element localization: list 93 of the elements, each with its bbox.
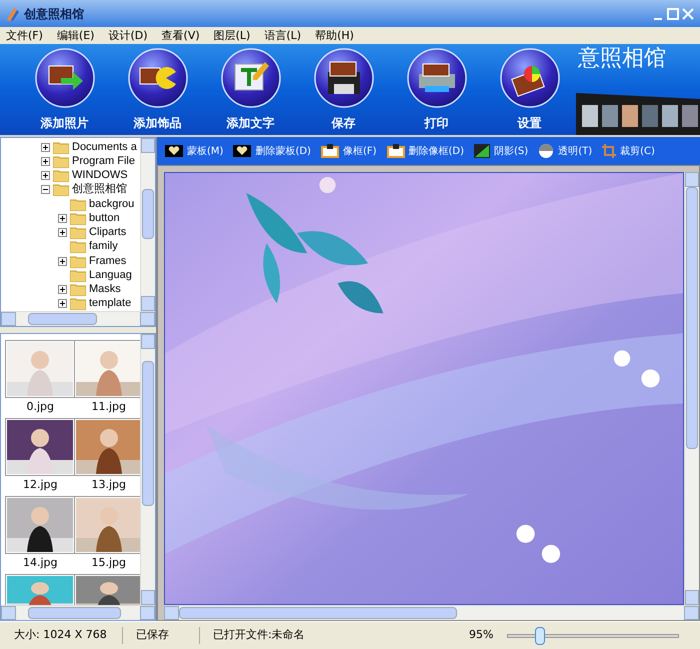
vertical-scrollbar[interactable]: [684, 172, 699, 605]
folder-icon: [70, 254, 86, 268]
tree-item[interactable]: family: [89, 241, 118, 252]
horizontal-scrollbar[interactable]: [1, 605, 155, 620]
pacman-icon: [128, 48, 188, 108]
thumbnail[interactable]: [5, 340, 76, 398]
thumbnail[interactable]: [5, 418, 76, 476]
menu-item[interactable]: 语言(L): [264, 30, 302, 41]
thumbnail[interactable]: [74, 418, 140, 476]
frame-icon: [320, 144, 339, 158]
printer-icon: [406, 48, 466, 108]
open-file: 已打开文件:未命名: [199, 627, 469, 644]
expand-icon[interactable]: [41, 142, 50, 152]
folder-icon: [53, 169, 69, 182]
tree-item[interactable]: Documents a: [72, 142, 137, 153]
folder-icon: [53, 140, 69, 154]
crop-icon: [602, 144, 616, 158]
menu-item[interactable]: 图层(L): [214, 30, 250, 41]
toolbar-button[interactable]: 添加照片: [18, 48, 111, 132]
folder-icon: [70, 240, 86, 254]
folder-icon: [70, 198, 86, 211]
toolbar-button[interactable]: 添加文字: [204, 48, 297, 132]
menu-item[interactable]: 查看(V): [162, 30, 200, 41]
zoom-slider[interactable]: [507, 626, 679, 646]
thumbnail[interactable]: [74, 340, 140, 398]
folder-icon: [53, 154, 69, 168]
expand-icon[interactable]: [58, 285, 67, 294]
tree-item[interactable]: Program File: [72, 156, 135, 167]
tree-item[interactable]: backgrou: [89, 198, 134, 210]
toolbar-button[interactable]: 打印: [390, 48, 483, 132]
app-logo-icon: [6, 6, 20, 20]
thumbnail[interactable]: [5, 574, 76, 605]
thumbnail-label: 0.jpg: [26, 401, 54, 412]
edit-tool-button[interactable]: 透明(T): [538, 143, 592, 159]
vertical-scrollbar[interactable]: [140, 334, 155, 605]
thumbnail-label: 11.jpg: [91, 401, 126, 412]
tree-item[interactable]: Frames: [89, 256, 126, 267]
folder-icon: [70, 268, 86, 282]
expand-icon[interactable]: [41, 156, 50, 166]
tree-item[interactable]: Cliparts: [89, 227, 126, 238]
window-title: 创意照相馆: [24, 6, 84, 22]
edit-tool-button[interactable]: 裁剪(C): [602, 144, 655, 158]
toolbar-button[interactable]: 添加饰品: [111, 48, 204, 132]
save-status: 已保存: [122, 627, 199, 644]
edit-tool-button[interactable]: 删除蒙板(D): [233, 144, 311, 158]
thumbnail-label: 13.jpg: [91, 479, 126, 490]
slider-thumb[interactable]: [534, 626, 545, 644]
tree-item[interactable]: WINDOWS: [72, 170, 128, 182]
menu-item[interactable]: 设计(D): [108, 30, 148, 41]
toolbar-button[interactable]: 保存: [297, 48, 390, 132]
vertical-scrollbar[interactable]: [140, 138, 155, 311]
edit-tool-button[interactable]: 蒙板(M): [165, 144, 224, 158]
toolbar-button[interactable]: 设置: [483, 48, 576, 132]
edit-tool-button[interactable]: 删除像框(D): [386, 144, 464, 158]
color-wheel-icon: [500, 48, 560, 108]
horizontal-scrollbar[interactable]: [164, 605, 699, 620]
close-button[interactable]: [682, 8, 694, 20]
tree-item[interactable]: Masks: [89, 284, 121, 296]
expand-icon[interactable]: [58, 228, 67, 238]
tree-item[interactable]: 创意照相馆: [72, 184, 127, 196]
edit-tool-button[interactable]: 阴影(S): [474, 144, 528, 158]
maximize-button[interactable]: [667, 8, 679, 20]
tree-item[interactable]: template: [89, 298, 132, 310]
thumbnail-label: 12.jpg: [22, 479, 58, 490]
text-edit-icon: [220, 48, 280, 108]
image-size: 大小: 1024 X 768: [13, 627, 108, 644]
expand-icon[interactable]: [58, 299, 67, 308]
thumbnail[interactable]: [74, 496, 140, 554]
tree-item[interactable]: Languag: [89, 270, 132, 281]
landscape-icon: [474, 144, 490, 158]
thumbnail-label: 15.jpg: [91, 557, 126, 568]
thumbnail[interactable]: [74, 574, 140, 605]
expand-icon[interactable]: [41, 171, 50, 180]
thumbnail[interactable]: [5, 496, 76, 554]
half-circle-icon: [538, 143, 554, 159]
folder-icon: [53, 183, 69, 196]
menu-item[interactable]: 文件(F): [6, 30, 43, 41]
folder-icon: [70, 212, 86, 225]
floppy-disk-icon: [314, 48, 374, 108]
folder-icon: [70, 283, 86, 296]
menu-item[interactable]: 编辑(E): [56, 30, 94, 41]
menu-item[interactable]: 帮助(H): [315, 30, 354, 41]
collapse-icon[interactable]: [41, 185, 50, 194]
expand-icon[interactable]: [58, 256, 67, 266]
thumbnail-label: 14.jpg: [22, 557, 58, 568]
folder-icon: [70, 226, 86, 240]
banner-title: 意照相馆: [577, 48, 667, 70]
frame-icon: [386, 144, 405, 158]
zoom-percent: 95%: [469, 627, 494, 644]
edit-tool-button[interactable]: 像框(F): [320, 144, 377, 158]
horizontal-scrollbar[interactable]: [1, 311, 155, 326]
expand-icon[interactable]: [58, 214, 67, 223]
tree-item[interactable]: button: [89, 212, 120, 224]
